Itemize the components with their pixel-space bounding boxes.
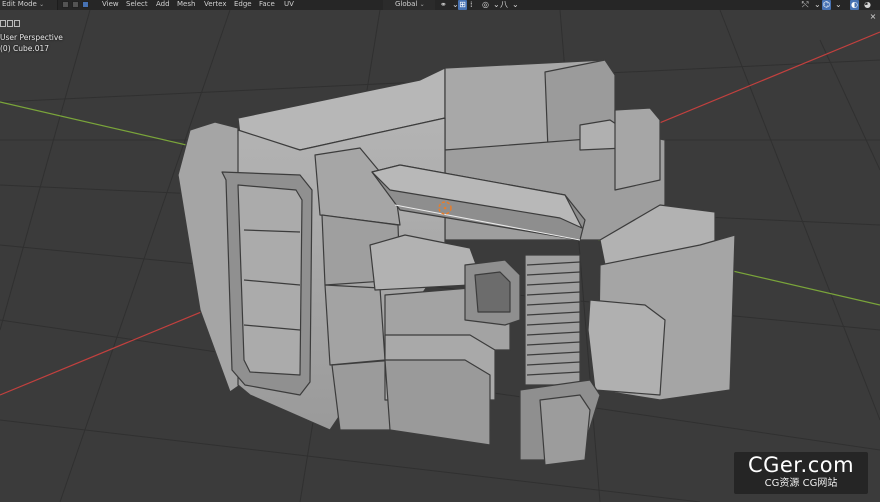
view-name: User Perspective xyxy=(0,33,63,42)
watermark: CGer.com CG资源 CG网站 xyxy=(734,452,868,494)
chevron-down-icon[interactable]: ⌄ xyxy=(814,0,821,10)
mesh-tools-row xyxy=(0,12,21,27)
mesh-vent-fins xyxy=(524,254,581,386)
gizmo-icon[interactable]: ⤲ xyxy=(802,0,808,10)
menu-select[interactable]: Select xyxy=(126,0,148,10)
chevron-down-icon[interactable]: ⌄ xyxy=(493,0,500,10)
chevron-down-icon[interactable]: ⌄ xyxy=(512,0,519,10)
face-snap-icon[interactable] xyxy=(14,20,20,27)
edge-select-icon[interactable] xyxy=(72,1,79,8)
menu-add[interactable]: Add xyxy=(156,0,170,10)
chevron-down-icon[interactable]: ⌄ xyxy=(835,0,842,10)
edge-snap-icon[interactable] xyxy=(7,20,13,27)
menu-uv[interactable]: UV xyxy=(284,0,294,10)
overlay-icon[interactable]: ⌬ xyxy=(822,0,831,10)
snap-target-icon[interactable]: ⁞ xyxy=(470,0,473,10)
gizmo-axis-icon[interactable]: ⨯ xyxy=(867,12,879,22)
menu-vertex[interactable]: Vertex xyxy=(204,0,227,10)
pivot-point-icon[interactable]: ⚭ xyxy=(440,0,447,10)
watermark-title: CGer.com xyxy=(747,453,855,477)
transform-orientation-label: Global xyxy=(395,0,418,8)
snap-icon[interactable]: ⊞ xyxy=(458,0,467,10)
chevron-down-icon: ⌄ xyxy=(39,1,45,8)
vertex-select-icon[interactable] xyxy=(62,1,69,8)
viewport-header: Edit Mode ⌄ View Select Add Mesh Vertex … xyxy=(0,0,880,10)
menu-edge[interactable]: Edge xyxy=(234,0,252,10)
transform-orientation-dropdown[interactable]: Global ⌄ xyxy=(383,0,435,10)
object-name: (0) Cube.017 xyxy=(0,44,50,53)
watermark-subtitle: CG资源 CG网站 xyxy=(764,478,838,489)
xray-icon[interactable]: ◐ xyxy=(850,0,859,10)
menu-mesh[interactable]: Mesh xyxy=(177,0,195,10)
3d-viewport[interactable] xyxy=(0,0,880,502)
menu-view[interactable]: View xyxy=(102,0,119,10)
chevron-down-icon: ⌄ xyxy=(419,1,425,8)
shading-icon[interactable]: ◕ xyxy=(864,0,871,10)
proportional-edit-icon[interactable]: ◎ xyxy=(482,0,489,10)
falloff-icon[interactable]: 八 xyxy=(500,0,508,10)
vertex-snap-icon[interactable] xyxy=(0,20,6,27)
edit-mode-label: Edit Mode xyxy=(2,0,37,8)
face-select-icon[interactable] xyxy=(82,1,89,8)
menu-face[interactable]: Face xyxy=(259,0,275,10)
edit-mode-dropdown[interactable]: Edit Mode ⌄ xyxy=(0,0,58,10)
